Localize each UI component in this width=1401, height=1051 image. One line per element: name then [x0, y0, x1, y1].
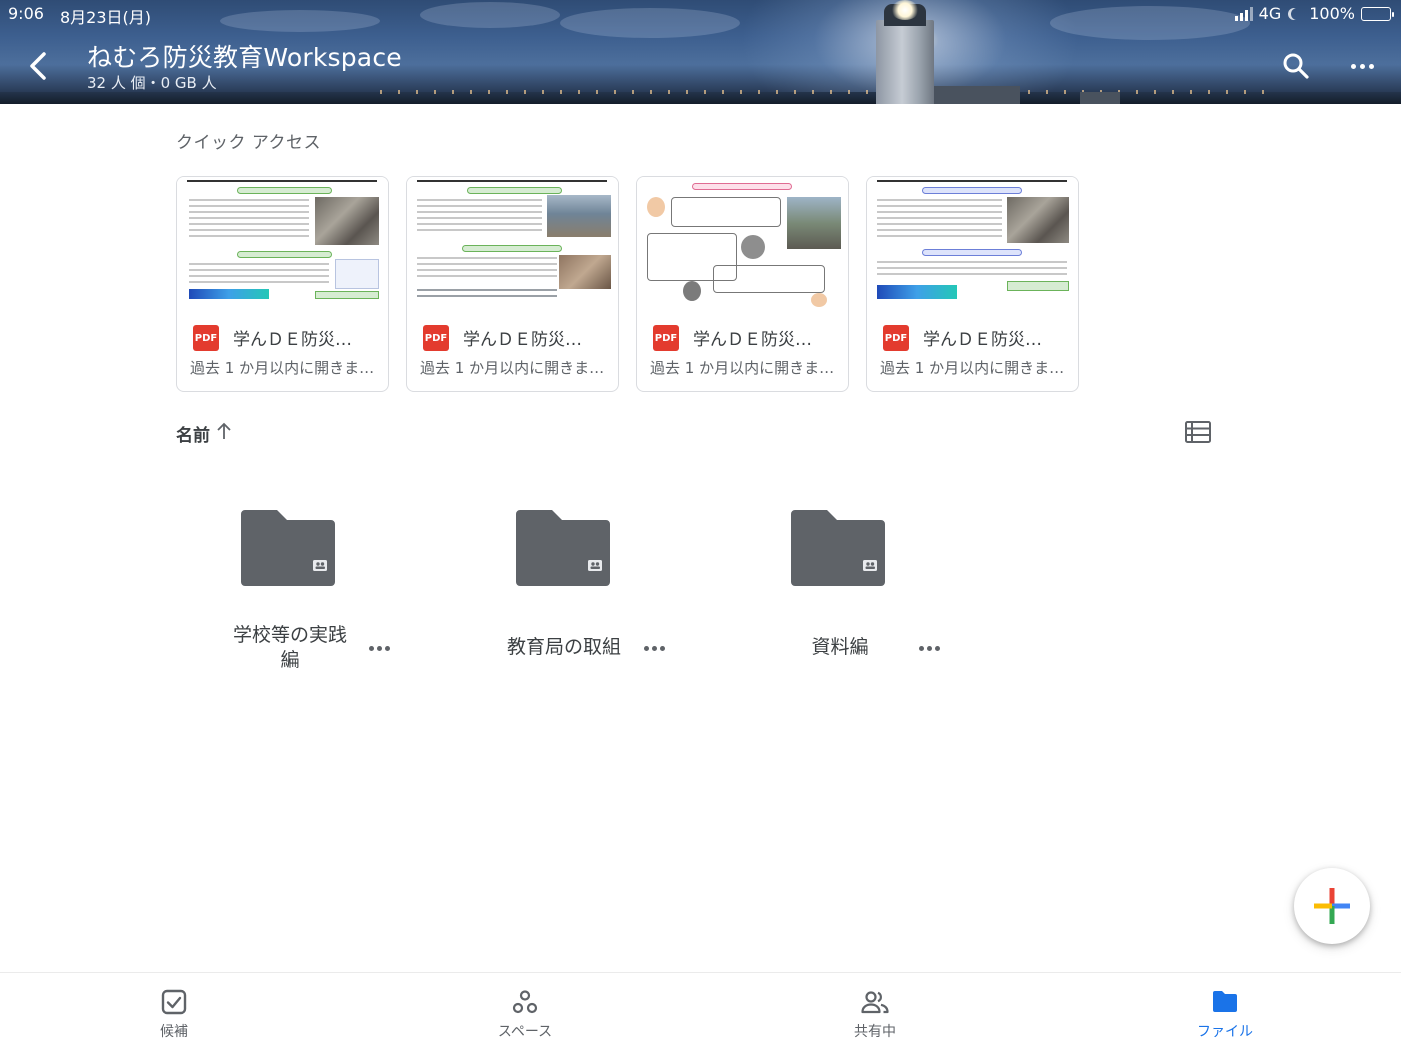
document-thumbnail — [637, 177, 848, 309]
list-view-icon — [1185, 421, 1211, 443]
nav-label: ファイル — [1197, 1024, 1253, 1040]
quick-access-card[interactable]: PDF 学んＤＥ防災… 過去 1 か月以内に開きま… — [176, 176, 389, 392]
status-bar: 9:06 8月23日(月) 4G 100% — [0, 0, 1401, 28]
quick-access-card[interactable]: PDF 学んＤＥ防災… 過去 1 か月以内に開きま… — [866, 176, 1079, 392]
shared-folder-icon — [241, 510, 335, 586]
more-dot — [934, 645, 940, 651]
workspace-header: 9:06 8月23日(月) 4G 100% ねむろ防災教育Workspace 3… — [0, 0, 1401, 104]
shared-folder-icon — [516, 510, 610, 586]
nav-item-files[interactable]: ファイル — [1155, 973, 1295, 1051]
quick-access-card[interactable]: PDF 学んＤＥ防災… 過去 1 か月以内に開きま… — [406, 176, 619, 392]
workspace-subtitle: 32 人 個・0 GB 人 — [87, 74, 217, 92]
more-dot — [1368, 63, 1374, 69]
battery-percent: 100% — [1309, 4, 1355, 23]
folder-more-button[interactable] — [365, 641, 393, 655]
search-button[interactable] — [1280, 50, 1312, 82]
shared-folder-icon — [791, 510, 885, 586]
card-file-name: 学んＤＥ防災… — [923, 330, 1042, 350]
sort-by-name-button[interactable]: 名前 — [176, 421, 210, 446]
document-thumbnail — [177, 177, 388, 309]
nav-label: 候補 — [160, 1024, 188, 1040]
folder-more-button[interactable] — [640, 641, 668, 655]
sort-direction-button[interactable] — [215, 421, 233, 441]
card-subtitle: 過去 1 か月以内に開きま… — [190, 359, 375, 377]
shared-people-icon — [861, 991, 889, 1014]
document-thumbnail — [867, 177, 1078, 309]
quick-access-card[interactable]: PDF 学んＤＥ防災… 過去 1 か月以内に開きま… — [636, 176, 849, 392]
pdf-icon: PDF — [883, 325, 909, 351]
more-dot — [376, 645, 382, 651]
card-file-name: 学んＤＥ防災… — [233, 330, 352, 350]
bottom-navigation: 候補 スペース 共有中 ファイル — [0, 972, 1401, 1051]
document-thumbnail — [407, 177, 618, 309]
folder-name: 教育局の取組 — [506, 636, 621, 658]
folder-name-line: 学校等の実践 — [232, 624, 347, 646]
more-dot — [368, 645, 374, 651]
more-dot — [1359, 63, 1365, 69]
files-folder-icon — [1213, 991, 1237, 1012]
header-background-building — [930, 86, 1020, 104]
plus-icon — [1314, 888, 1350, 924]
card-subtitle: 過去 1 か月以内に開きま… — [880, 359, 1065, 377]
card-file-name: 学んＤＥ防災… — [693, 330, 812, 350]
cellular-signal-icon — [1234, 6, 1253, 21]
card-subtitle: 過去 1 か月以内に開きま… — [420, 359, 605, 377]
nav-label: スペース — [497, 1024, 553, 1040]
quick-access-label: クイック アクセス — [176, 133, 322, 153]
header-background-building — [1080, 92, 1120, 104]
list-view-toggle-button[interactable] — [1184, 420, 1212, 444]
more-dot — [1350, 63, 1356, 69]
more-dot — [926, 645, 932, 651]
chevron-left-icon — [30, 52, 46, 80]
more-dot — [651, 645, 657, 651]
do-not-disturb-icon — [1291, 8, 1303, 20]
lighthouse-image — [876, 20, 934, 104]
more-dot — [918, 645, 924, 651]
more-dot — [384, 645, 390, 651]
more-options-button[interactable] — [1346, 52, 1378, 80]
suggested-checkbox-icon — [161, 989, 187, 1015]
nav-item-suggested[interactable]: 候補 — [104, 973, 244, 1051]
pdf-icon: PDF — [653, 325, 679, 351]
folder-more-button[interactable] — [915, 641, 943, 655]
folder-name-line: 編 — [280, 649, 300, 671]
folder-name: 学校等の実践 編 — [224, 623, 356, 673]
back-button[interactable] — [24, 48, 56, 84]
folder-item[interactable] — [789, 508, 887, 588]
folder-item[interactable] — [239, 508, 337, 588]
arrow-up-icon — [217, 422, 231, 439]
more-dot — [659, 645, 665, 651]
pdf-icon: PDF — [193, 325, 219, 351]
search-icon — [1283, 53, 1309, 79]
status-date: 8月23日(月) — [60, 8, 152, 27]
nav-label: 共有中 — [854, 1024, 896, 1040]
header-background-lights — [380, 90, 1280, 94]
battery-icon — [1361, 6, 1394, 21]
pdf-icon: PDF — [423, 325, 449, 351]
folder-name: 資料編 — [811, 636, 869, 658]
nav-item-spaces[interactable]: スペース — [455, 973, 595, 1051]
card-file-name: 学んＤＥ防災… — [463, 330, 582, 350]
folder-item[interactable] — [514, 508, 612, 588]
create-new-button[interactable] — [1294, 868, 1370, 944]
status-time: 9:06 — [8, 4, 44, 23]
status-indicators: 4G 100% — [1234, 4, 1394, 23]
network-type: 4G — [1258, 4, 1282, 23]
more-dot — [643, 645, 649, 651]
workspace-title: ねむろ防災教育Workspace — [87, 43, 402, 72]
spaces-icon — [512, 990, 538, 1014]
card-subtitle: 過去 1 か月以内に開きま… — [650, 359, 835, 377]
nav-item-shared[interactable]: 共有中 — [805, 973, 945, 1051]
